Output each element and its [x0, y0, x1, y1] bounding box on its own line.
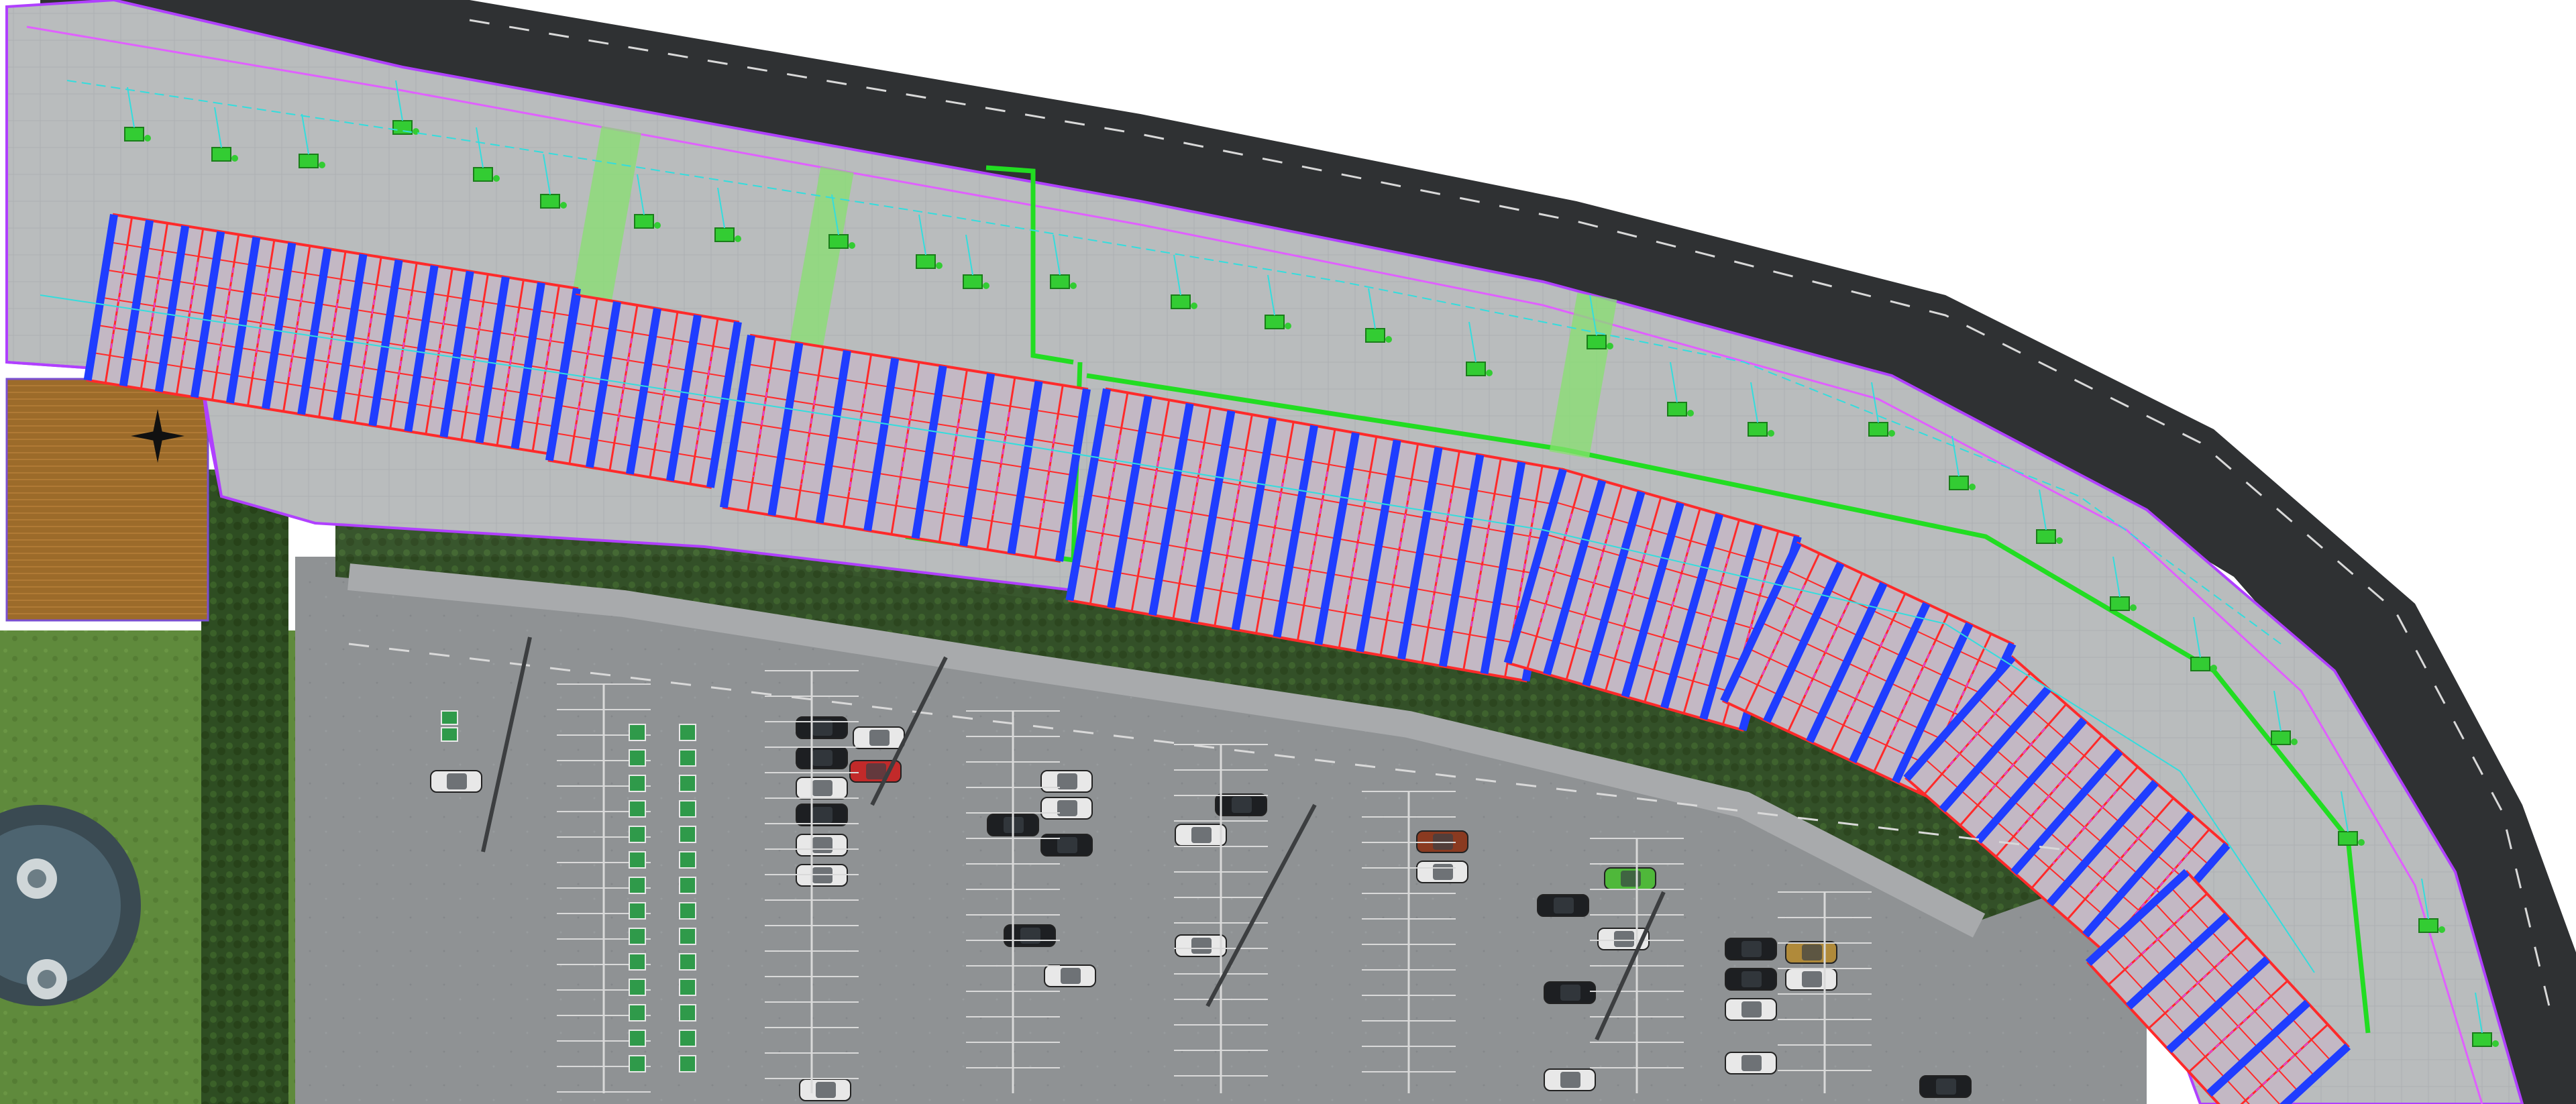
ev-bay-sign-icon [629, 1030, 646, 1047]
ev-bay-sign-icon [629, 877, 646, 894]
ev-bay-sign-icon [629, 953, 646, 971]
ev-bay-sign-icon [629, 826, 646, 843]
parked-car-icon [1785, 968, 1837, 991]
parked-car-icon [1416, 861, 1468, 883]
solar-array-block [545, 293, 742, 489]
parked-car-icon [1725, 1052, 1777, 1074]
parked-car-icon [796, 716, 848, 739]
aerial-site-plan [0, 0, 2576, 1104]
parked-car-icon [1725, 968, 1777, 991]
parked-car-icon [1785, 941, 1837, 964]
parked-car-icon [1544, 981, 1596, 1004]
parked-car-icon [1604, 867, 1656, 890]
parked-car-icon [1919, 1075, 1972, 1098]
parked-car-icon [1004, 924, 1056, 947]
ev-bay-sign-icon [629, 928, 646, 945]
ev-bay-sign-icon [679, 979, 696, 996]
hedge-strip-west [201, 470, 288, 1104]
ev-bay-sign-icon [679, 1030, 696, 1047]
map-canvas [0, 0, 2576, 1104]
ev-bay-sign-icon [679, 749, 696, 767]
parked-car-icon [853, 726, 905, 749]
ev-bay-sign-icon [629, 979, 646, 996]
ev-bay-sign-icon [629, 749, 646, 767]
parked-car-icon [796, 777, 848, 799]
ev-bay-sign-icon [679, 800, 696, 818]
parked-car-icon [1040, 770, 1093, 793]
ev-bay-sign-icon [679, 928, 696, 945]
parked-car-icon [430, 770, 482, 793]
ev-bay-sign-icon [679, 953, 696, 971]
parked-car-icon [1175, 824, 1227, 846]
ev-bay-sign-icon [441, 727, 458, 742]
parked-car-icon [796, 747, 848, 769]
parked-car-icon [1725, 998, 1777, 1021]
ev-bay-sign-icon [629, 851, 646, 869]
parked-car-icon [1044, 964, 1096, 987]
ev-bay-sign-icon [679, 1055, 696, 1072]
ev-bay-sign-icon [679, 1004, 696, 1022]
parked-car-icon [796, 834, 848, 857]
ev-bay-sign-icon [629, 1055, 646, 1072]
parked-car-icon [1725, 938, 1777, 960]
ev-bay-sign-icon [679, 851, 696, 869]
parked-car-icon [1040, 797, 1093, 820]
parked-car-icon [1544, 1068, 1596, 1091]
ev-bay-sign-icon [629, 902, 646, 920]
parked-car-icon [799, 1079, 851, 1101]
courtyard [5, 378, 209, 622]
ev-bay-sign-icon [629, 724, 646, 741]
parked-car-icon [1537, 894, 1589, 917]
ev-bay-sign-icon [441, 710, 458, 725]
ev-bay-sign-icon [679, 902, 696, 920]
ev-bay-sign-icon [679, 877, 696, 894]
parked-car-icon [1040, 834, 1093, 857]
ev-bay-sign-icon [629, 1004, 646, 1022]
ev-bay-sign-icon [629, 800, 646, 818]
ev-bay-sign-icon [629, 775, 646, 792]
ev-bay-sign-icon [679, 775, 696, 792]
ev-bay-sign-icon [679, 724, 696, 741]
parked-car-icon [796, 804, 848, 826]
parked-car-icon [1175, 934, 1227, 957]
parked-car-icon [1215, 793, 1267, 816]
ev-bay-sign-icon [679, 826, 696, 843]
